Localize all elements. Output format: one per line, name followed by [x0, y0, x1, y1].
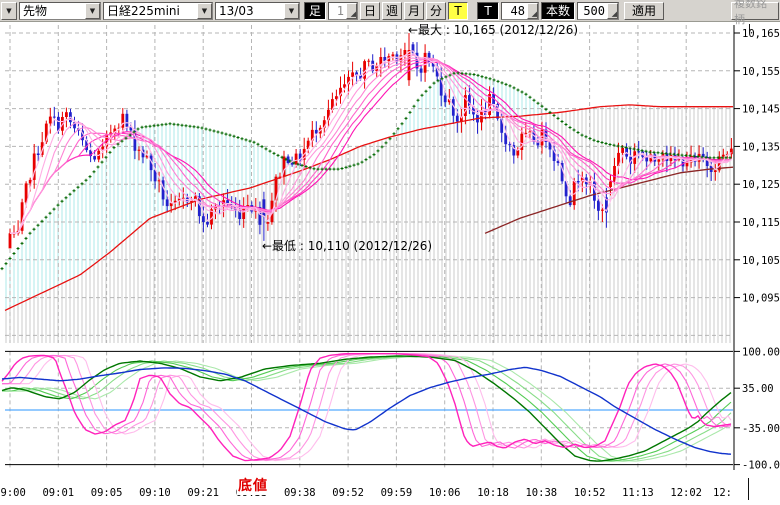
svg-text:09:05: 09:05 [91, 487, 123, 499]
svg-text:10,095: 10,095 [742, 293, 780, 305]
period-day-button[interactable]: 日 [360, 2, 380, 20]
toolbar: ▼ 先物 ▼ 日経225mini ▼ 13/03 ▼ 足 1 ◢ 日 週 月 分… [0, 0, 780, 22]
svg-text:09:38: 09:38 [284, 487, 316, 499]
svg-text:09:10: 09:10 [139, 487, 171, 499]
svg-text:10,165: 10,165 [742, 28, 780, 40]
svg-text:←最低 : 10,110 (2012/12/26): ←最低 : 10,110 (2012/12/26) [262, 239, 432, 253]
svg-text:-100.00: -100.00 [742, 460, 780, 472]
tick-size-value: 48 [502, 4, 527, 18]
bar-count-value: 500 [578, 4, 607, 18]
svg-text:10,125: 10,125 [742, 179, 780, 191]
bar-type-button[interactable]: 足 [304, 2, 326, 20]
svg-text:-35.00: -35.00 [742, 423, 780, 435]
svg-text:10:52: 10:52 [574, 487, 606, 499]
svg-text:09:01: 09:01 [42, 487, 74, 499]
svg-text:10,145: 10,145 [742, 104, 780, 116]
symbol-combobox-value: 日経225mini [104, 2, 197, 19]
tick-size-button[interactable]: T [477, 2, 499, 20]
category-combobox[interactable]: 先物 ▼ [19, 2, 101, 20]
bottom-price-label: 底値 [237, 475, 269, 495]
svg-text:10:38: 10:38 [525, 487, 557, 499]
svg-text:12:: 12: [713, 487, 732, 499]
svg-text:10,115: 10,115 [742, 217, 780, 229]
spinner-icon[interactable]: ◢ [527, 3, 538, 19]
svg-text:09:59: 09:59 [381, 487, 413, 499]
contract-month-combobox[interactable]: 13/03 ▼ [215, 2, 300, 20]
bar-count-button[interactable]: 本数 [541, 2, 575, 20]
apply-button[interactable]: 適用 [624, 2, 664, 20]
svg-text:09:52: 09:52 [332, 487, 364, 499]
svg-text:10,155: 10,155 [742, 66, 780, 78]
chevron-down-icon[interactable]: ▼ [284, 3, 299, 19]
svg-text:09:21: 09:21 [187, 487, 219, 499]
multi-symbol-button[interactable]: 複数銘柄 [731, 2, 779, 20]
collapsed-combo-arrow-button[interactable]: ▼ [1, 2, 17, 20]
svg-text:10,135: 10,135 [742, 141, 780, 153]
symbol-combobox[interactable]: 日経225mini ▼ [103, 2, 213, 20]
interval-stepper[interactable]: 1 ◢ [328, 2, 358, 20]
svg-text:10:06: 10:06 [429, 487, 461, 499]
contract-month-value: 13/03 [216, 4, 284, 18]
svg-text:10,105: 10,105 [742, 255, 780, 267]
spinner-icon[interactable]: ◢ [607, 3, 618, 19]
svg-text:100.00: 100.00 [742, 346, 780, 358]
interval-value: 1 [329, 4, 346, 18]
svg-text:12:02: 12:02 [670, 487, 702, 499]
spinner-icon[interactable]: ◢ [346, 3, 357, 19]
tick-size-stepper[interactable]: 48 ◢ [501, 2, 539, 20]
category-combobox-value: 先物 [20, 2, 85, 19]
chevron-down-icon: ▼ [6, 7, 11, 15]
period-week-button[interactable]: 週 [382, 2, 402, 20]
svg-text:10:18: 10:18 [477, 487, 509, 499]
period-minute-button[interactable]: 分 [426, 2, 446, 20]
chart-panel: 10,165 10,155 10,145 10,135 10,125 10,115 10,1… [0, 0, 780, 501]
period-tick-button-active[interactable]: T [448, 2, 468, 20]
price-chart-canvas: 10,165 10,155 10,145 10,135 10,125 10,115 10,1… [0, 0, 780, 501]
bar-count-stepper[interactable]: 500 ◢ [577, 2, 619, 20]
svg-text:35.00: 35.00 [742, 383, 774, 395]
svg-text:←最大 : 10,165 (2012/12/26): ←最大 : 10,165 (2012/12/26) [408, 23, 578, 37]
period-month-button[interactable]: 月 [404, 2, 424, 20]
chevron-down-icon[interactable]: ▼ [197, 3, 212, 19]
svg-text:11:13: 11:13 [622, 487, 654, 499]
svg-text:09:00: 09:00 [0, 487, 26, 499]
chevron-down-icon[interactable]: ▼ [85, 3, 100, 19]
